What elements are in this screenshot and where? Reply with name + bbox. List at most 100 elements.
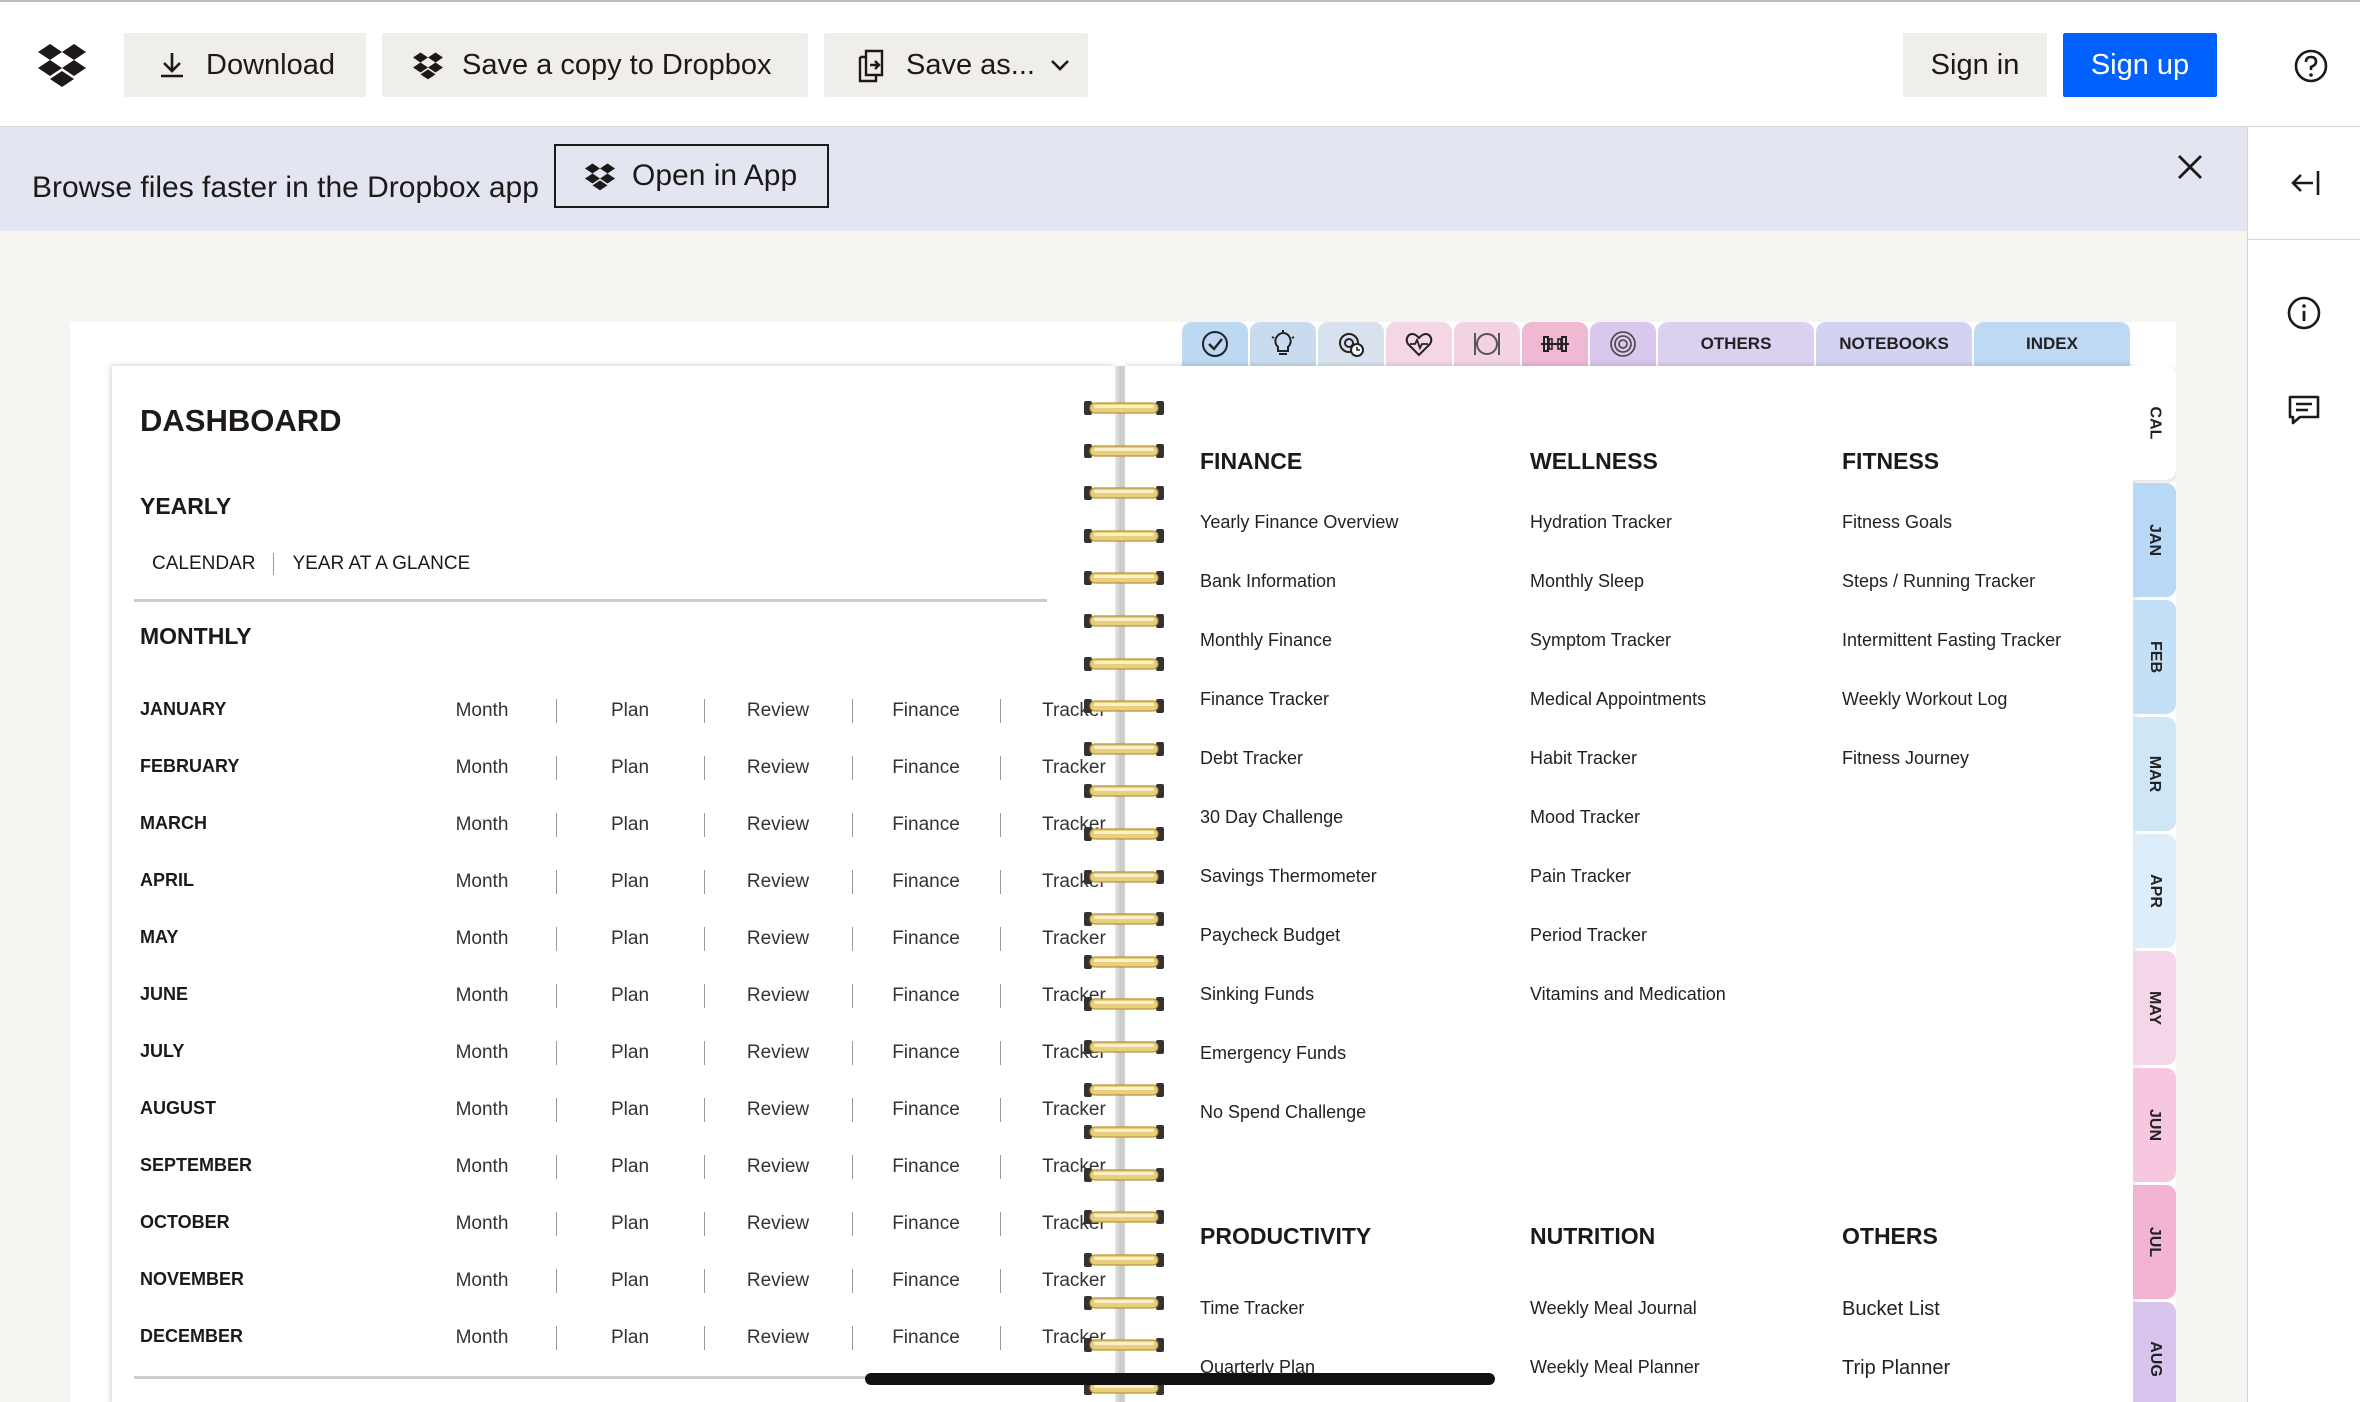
month-review-link[interactable]: Review: [728, 985, 828, 1007]
month-month-link[interactable]: Month: [432, 757, 532, 779]
month-finance-link[interactable]: Finance: [876, 757, 976, 779]
month-review-link[interactable]: Review: [728, 871, 828, 893]
category-link[interactable]: Weekly Meal Journal: [1530, 1298, 1697, 1319]
tab-feb[interactable]: FEB: [2133, 600, 2176, 714]
month-month-link[interactable]: Month: [432, 1042, 532, 1064]
month-plan-link[interactable]: Plan: [580, 1327, 680, 1349]
category-link[interactable]: Emergency Funds: [1200, 1043, 1346, 1064]
save-copy-to-dropbox-button[interactable]: Save a copy to Dropbox: [382, 33, 808, 97]
tab-apr[interactable]: APR: [2133, 834, 2176, 948]
month-finance-link[interactable]: Finance: [876, 1270, 976, 1292]
month-plan-link[interactable]: Plan: [580, 700, 680, 722]
month-review-link[interactable]: Review: [728, 757, 828, 779]
category-link[interactable]: 30 Day Challenge: [1200, 807, 1343, 828]
home-indicator-bar[interactable]: [865, 1373, 1495, 1385]
month-plan-link[interactable]: Plan: [580, 985, 680, 1007]
month-finance-link[interactable]: Finance: [876, 1213, 976, 1235]
comment-icon[interactable]: [2286, 392, 2322, 428]
month-month-link[interactable]: Month: [432, 1270, 532, 1292]
category-link[interactable]: Savings Thermometer: [1200, 866, 1377, 887]
month-plan-link[interactable]: Plan: [580, 1270, 680, 1292]
category-link[interactable]: Debt Tracker: [1200, 748, 1303, 769]
tab-jan[interactable]: JAN: [2133, 483, 2176, 597]
close-icon[interactable]: [2174, 151, 2206, 183]
tab-gear-clock[interactable]: [1318, 322, 1384, 366]
category-link[interactable]: Monthly Sleep: [1530, 571, 1644, 592]
help-icon[interactable]: [2293, 48, 2329, 84]
month-finance-link[interactable]: Finance: [876, 1327, 976, 1349]
month-review-link[interactable]: Review: [728, 1099, 828, 1121]
tab-checkmark[interactable]: [1182, 322, 1248, 366]
month-review-link[interactable]: Review: [728, 700, 828, 722]
month-finance-link[interactable]: Finance: [876, 814, 976, 836]
category-link[interactable]: No Spend Challenge: [1200, 1102, 1366, 1123]
open-in-app-button[interactable]: Open in App: [554, 144, 829, 208]
dropbox-logo-icon[interactable]: [38, 40, 86, 88]
category-link[interactable]: Symptom Tracker: [1530, 630, 1671, 651]
category-link[interactable]: Hydration Tracker: [1530, 512, 1672, 533]
save-as-dropdown[interactable]: Save as...: [824, 33, 1088, 97]
month-plan-link[interactable]: Plan: [580, 928, 680, 950]
month-finance-link[interactable]: Finance: [876, 985, 976, 1007]
month-finance-link[interactable]: Finance: [876, 1099, 976, 1121]
month-plan-link[interactable]: Plan: [580, 1042, 680, 1064]
month-month-link[interactable]: Month: [432, 871, 532, 893]
month-review-link[interactable]: Review: [728, 814, 828, 836]
category-link[interactable]: Mood Tracker: [1530, 807, 1640, 828]
month-finance-link[interactable]: Finance: [876, 1042, 976, 1064]
month-plan-link[interactable]: Plan: [580, 1213, 680, 1235]
month-finance-link[interactable]: Finance: [876, 1156, 976, 1178]
category-link[interactable]: Sinking Funds: [1200, 984, 1314, 1005]
tab-target[interactable]: [1590, 322, 1656, 366]
category-link[interactable]: Yearly Finance Overview: [1200, 512, 1398, 533]
month-review-link[interactable]: Review: [728, 1156, 828, 1178]
month-review-link[interactable]: Review: [728, 928, 828, 950]
category-link[interactable]: Bank Information: [1200, 571, 1336, 592]
collapse-panel-button[interactable]: [2248, 127, 2360, 240]
category-link[interactable]: Intermittent Fasting Tracker: [1842, 630, 2061, 651]
tab-heart-pulse[interactable]: [1386, 322, 1452, 366]
calendar-link[interactable]: CALENDAR: [152, 553, 255, 575]
month-month-link[interactable]: Month: [432, 814, 532, 836]
tab-mar[interactable]: MAR: [2133, 717, 2176, 831]
category-link[interactable]: Medical Appointments: [1530, 689, 1706, 710]
tab-jun[interactable]: JUN: [2133, 1068, 2176, 1182]
category-link[interactable]: Period Tracker: [1530, 925, 1647, 946]
category-link[interactable]: Fitness Journey: [1842, 748, 1969, 769]
month-plan-link[interactable]: Plan: [580, 871, 680, 893]
category-link[interactable]: Fitness Goals: [1842, 512, 1952, 533]
month-review-link[interactable]: Review: [728, 1213, 828, 1235]
month-finance-link[interactable]: Finance: [876, 871, 976, 893]
tab-others[interactable]: OTHERS: [1658, 322, 1814, 366]
category-link[interactable]: Vitamins and Medication: [1530, 984, 1726, 1005]
month-month-link[interactable]: Month: [432, 1156, 532, 1178]
month-finance-link[interactable]: Finance: [876, 700, 976, 722]
tab-cal[interactable]: CAL: [2133, 366, 2176, 480]
year-at-a-glance-link[interactable]: YEAR AT A GLANCE: [292, 553, 470, 575]
tab-plate[interactable]: [1454, 322, 1520, 366]
category-link[interactable]: Paycheck Budget: [1200, 925, 1340, 946]
category-link[interactable]: Monthly Finance: [1200, 630, 1332, 651]
tab-jul[interactable]: JUL: [2133, 1185, 2176, 1299]
month-month-link[interactable]: Month: [432, 700, 532, 722]
category-link[interactable]: Pain Tracker: [1530, 866, 1631, 887]
month-plan-link[interactable]: Plan: [580, 814, 680, 836]
category-link[interactable]: Finance Tracker: [1200, 689, 1329, 710]
category-link[interactable]: Weekly Meal Planner: [1530, 1357, 1700, 1378]
tab-notebooks[interactable]: NOTEBOOKS: [1816, 322, 1972, 366]
month-month-link[interactable]: Month: [432, 1099, 532, 1121]
tab-lightbulb[interactable]: [1250, 322, 1316, 366]
category-link[interactable]: Bucket List: [1842, 1298, 1940, 1321]
category-link[interactable]: Time Tracker: [1200, 1298, 1304, 1319]
category-link[interactable]: Weekly Workout Log: [1842, 689, 2007, 710]
month-finance-link[interactable]: Finance: [876, 928, 976, 950]
month-month-link[interactable]: Month: [432, 928, 532, 950]
category-link[interactable]: Trip Planner: [1842, 1357, 1950, 1380]
month-month-link[interactable]: Month: [432, 1213, 532, 1235]
month-plan-link[interactable]: Plan: [580, 757, 680, 779]
month-month-link[interactable]: Month: [432, 985, 532, 1007]
tab-may[interactable]: MAY: [2133, 951, 2176, 1065]
month-plan-link[interactable]: Plan: [580, 1156, 680, 1178]
month-month-link[interactable]: Month: [432, 1327, 532, 1349]
tab-index[interactable]: INDEX: [1974, 322, 2130, 366]
